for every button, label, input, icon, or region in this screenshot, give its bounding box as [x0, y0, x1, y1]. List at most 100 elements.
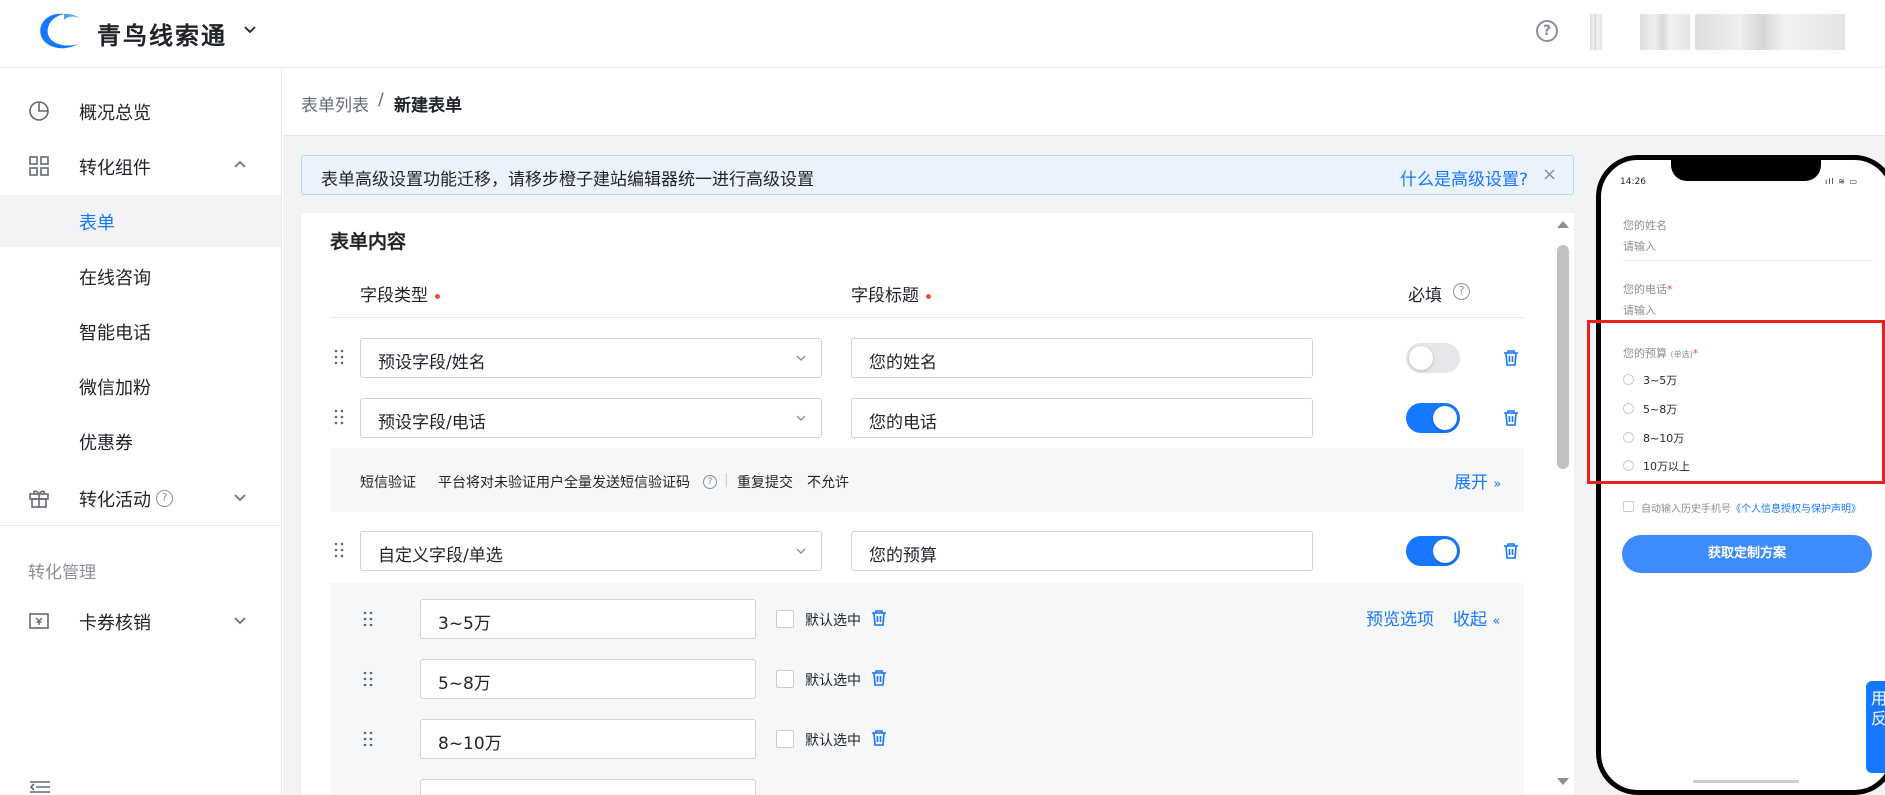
card-icon [29, 613, 49, 629]
privacy-link[interactable]: 《个人信息授权与保护声明》 [1731, 504, 1861, 515]
trash-icon[interactable] [1502, 349, 1520, 367]
sidebar-item-coupon[interactable]: 优惠券 [0, 415, 281, 467]
sidebar-item-label: 卡券核销 [79, 613, 151, 634]
trash-icon[interactable] [1502, 542, 1520, 560]
drag-handle-icon[interactable] [334, 542, 344, 558]
required-toggle[interactable] [1406, 536, 1460, 566]
sidebar-item-label: 优惠券 [79, 433, 133, 454]
sidebar-item-label: 转化活动 [79, 490, 151, 511]
drag-handle-icon[interactable] [334, 349, 344, 365]
close-icon[interactable]: × [1542, 164, 1557, 185]
agree-checkbox[interactable] [1623, 501, 1634, 512]
avatar[interactable] [1640, 14, 1690, 50]
column-header-type: 字段类型 [360, 281, 440, 306]
help-icon[interactable]: ? [703, 475, 717, 489]
required-toggle[interactable] [1406, 343, 1460, 373]
help-icon[interactable]: ? [156, 490, 173, 507]
required-dot [435, 293, 440, 299]
option-input[interactable] [420, 779, 756, 795]
field-type-select[interactable]: 预设字段/姓名 [360, 338, 822, 378]
sidebar-item-label: 转化组件 [79, 158, 151, 179]
sidebar-item-wechat[interactable]: 微信加粉 [0, 360, 281, 412]
breadcrumb: 表单列表 / 新建表单 [283, 69, 1885, 136]
sidebar: 概况总览 转化组件 表单 在线咨询 智能电话 微信加粉 优惠券 转化活动 ? 转… [0, 69, 282, 795]
sidebar-item-label: 表单 [79, 213, 115, 234]
sidebar-item-smart-phone[interactable]: 智能电话 [0, 305, 281, 357]
field-type-select[interactable]: 预设字段/电话 [360, 398, 822, 438]
help-icon[interactable]: ? [1536, 20, 1558, 42]
sidebar-item-form[interactable]: 表单 [0, 195, 281, 247]
field-title-input[interactable]: 您的电话 [851, 398, 1313, 438]
form-content-card: 表单内容 字段类型 字段标题 必填 ? 预设字段/姓名 您的姓名 预设字段/电话… [301, 213, 1574, 795]
trash-icon[interactable] [870, 669, 888, 687]
sidebar-item-label: 智能电话 [79, 323, 151, 344]
default-checkbox[interactable] [776, 610, 794, 628]
grid-icon [29, 156, 49, 176]
double-chevron-down-icon: » [1493, 477, 1502, 492]
breadcrumb-parent[interactable]: 表单列表 [301, 91, 369, 116]
double-chevron-up-icon: « [1492, 614, 1501, 629]
preview-options-link[interactable]: 预览选项 [1366, 605, 1434, 630]
logo-icon[interactable] [34, 10, 84, 52]
home-indicator [1693, 780, 1799, 783]
preview-name-label: 您的姓名 [1623, 219, 1667, 232]
drag-handle-icon[interactable] [363, 671, 373, 687]
sidebar-item-card-verify[interactable]: 卡券核销 [0, 594, 281, 648]
user-info-blurred[interactable] [1590, 14, 1602, 50]
default-label: 默认选中 [805, 673, 861, 689]
user-name-blurred [1695, 14, 1845, 50]
field-underline [1623, 260, 1873, 261]
sidebar-item-components[interactable]: 转化组件 [0, 139, 281, 193]
sidebar-item-activity[interactable]: 转化活动 ? [0, 471, 281, 525]
gift-icon [29, 490, 49, 508]
highlight-box [1587, 320, 1885, 484]
chevron-down-icon [796, 415, 806, 421]
sidebar-item-label: 在线咨询 [79, 268, 151, 289]
scrollbar-thumb[interactable] [1557, 245, 1569, 469]
submit-button[interactable]: 获取定制方案 [1622, 535, 1872, 573]
trash-icon[interactable] [870, 609, 888, 627]
sidebar-item-label: 微信加粉 [79, 378, 151, 399]
top-bar: 青鸟线索通 ? [0, 0, 1885, 68]
chevron-down-icon[interactable] [243, 22, 257, 36]
column-header-title: 字段标题 [851, 281, 931, 306]
option-input[interactable]: 3~5万 [420, 599, 756, 639]
chevron-down-icon [796, 355, 806, 361]
phone-time: 14:26 [1620, 177, 1646, 187]
preview-phone-placeholder[interactable]: 请输入 [1623, 302, 1656, 318]
phone-status-icons: ıll ≋ ▭ [1825, 177, 1859, 186]
help-icon[interactable]: ? [1453, 283, 1470, 300]
drag-handle-icon[interactable] [363, 611, 373, 627]
option-input[interactable]: 8~10万 [420, 719, 756, 759]
resubmit-value: 不允许 [807, 475, 849, 491]
field-title-input[interactable]: 您的姓名 [851, 338, 1313, 378]
collapse-button[interactable]: 收起 « [1453, 605, 1500, 630]
collapse-sidebar-icon[interactable] [30, 780, 50, 794]
drag-handle-icon[interactable] [363, 731, 373, 747]
card-title: 表单内容 [330, 231, 407, 253]
preview-name-placeholder[interactable]: 请输入 [1623, 238, 1656, 254]
required-toggle[interactable] [1406, 403, 1460, 433]
trash-icon[interactable] [870, 729, 888, 747]
default-checkbox[interactable] [776, 670, 794, 688]
drag-handle-icon[interactable] [334, 409, 344, 425]
brand-name[interactable]: 青鸟线索通 [97, 16, 227, 51]
header-divider [330, 317, 1524, 318]
sidebar-item-label: 概况总览 [79, 103, 151, 124]
field-title-input[interactable]: 您的预算 [851, 531, 1313, 571]
expand-button[interactable]: 展开 » [1454, 468, 1501, 493]
sidebar-item-online-consult[interactable]: 在线咨询 [0, 250, 281, 302]
chevron-up-icon [234, 160, 246, 168]
sidebar-divider [0, 525, 281, 526]
separator: | [724, 472, 729, 488]
sidebar-item-overview[interactable]: 概况总览 [0, 84, 281, 138]
field-type-select[interactable]: 自定义字段/单选 [360, 531, 822, 571]
option-input[interactable]: 5~8万 [420, 659, 756, 699]
default-checkbox[interactable] [776, 730, 794, 748]
notice-text: 表单高级设置功能迁移，请移步橙子建站编辑器统一进行高级设置 [321, 170, 814, 190]
feedback-button[interactable]: 用反 [1866, 681, 1885, 773]
advanced-settings-link[interactable]: 什么是高级设置? [1400, 165, 1528, 190]
sms-label: 短信验证 [360, 475, 416, 491]
trash-icon[interactable] [1502, 409, 1520, 427]
chevron-down-icon [234, 494, 246, 502]
